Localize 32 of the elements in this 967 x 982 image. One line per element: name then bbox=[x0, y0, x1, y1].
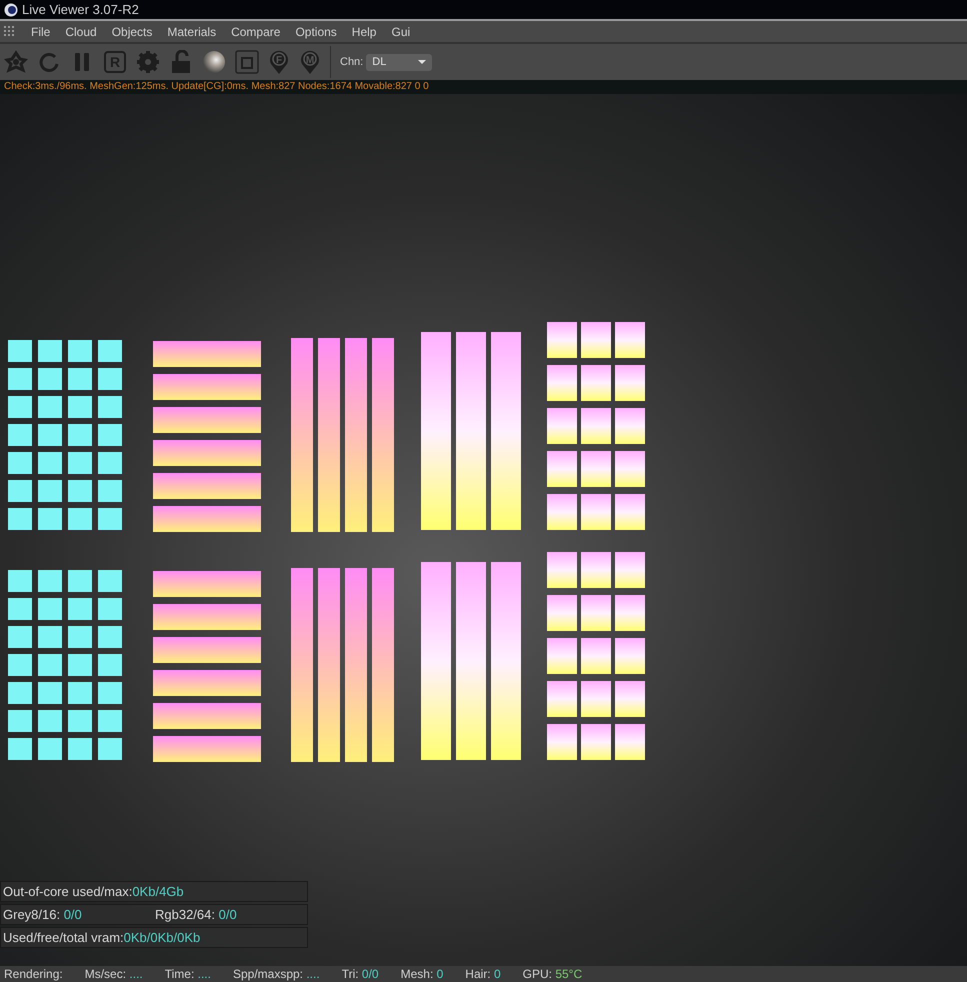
menu-item[interactable]: Objects bbox=[112, 22, 152, 40]
memory-stat: Out-of-core used/max:0Kb/4Gb bbox=[3, 882, 184, 901]
pause-icon[interactable] bbox=[75, 53, 89, 71]
channel-dropdown[interactable]: DL bbox=[366, 54, 432, 70]
memory-stat: Rgb32/64: 0/0 bbox=[155, 906, 237, 924]
channel-label: Chn: bbox=[340, 54, 364, 70]
memory-stat: Used/free/total vram:0Kb/0Kb/0Kb bbox=[3, 928, 200, 947]
square-icon[interactable] bbox=[235, 50, 259, 74]
status-item: Hair: 0 bbox=[465, 966, 501, 982]
menu-item[interactable]: Gui bbox=[391, 22, 410, 40]
status-item: Ms/sec: .... bbox=[84, 966, 143, 982]
status-item: GPU: 55°C bbox=[522, 966, 582, 982]
menu-item[interactable]: Compare bbox=[231, 22, 280, 40]
menu-item[interactable]: Help bbox=[352, 22, 376, 40]
caret-icon bbox=[418, 60, 426, 64]
window-title: Live Viewer 3.07-R2 bbox=[22, 0, 139, 19]
gear-icon[interactable] bbox=[137, 51, 159, 73]
refresh-icon[interactable] bbox=[40, 53, 58, 72]
app-logo-icon bbox=[4, 2, 18, 16]
menu-item[interactable]: Materials bbox=[167, 22, 216, 40]
status-item: Mesh: 0 bbox=[400, 966, 444, 982]
status-item: Time: .... bbox=[164, 966, 211, 982]
grip-icon[interactable] bbox=[4, 26, 16, 38]
menu-item[interactable]: Options bbox=[295, 22, 337, 40]
menu-item[interactable]: Cloud bbox=[65, 22, 97, 40]
padlock-icon[interactable] bbox=[172, 50, 190, 73]
sphere-icon[interactable] bbox=[203, 51, 225, 73]
status-item: Spp/maxspp: .... bbox=[232, 966, 320, 982]
memory-stat: Grey8/16: 0/0 bbox=[3, 906, 83, 924]
status-item: Tri: 0/0 bbox=[342, 966, 379, 982]
menu-item[interactable]: File bbox=[31, 22, 50, 40]
status-item: Rendering: bbox=[4, 966, 63, 982]
